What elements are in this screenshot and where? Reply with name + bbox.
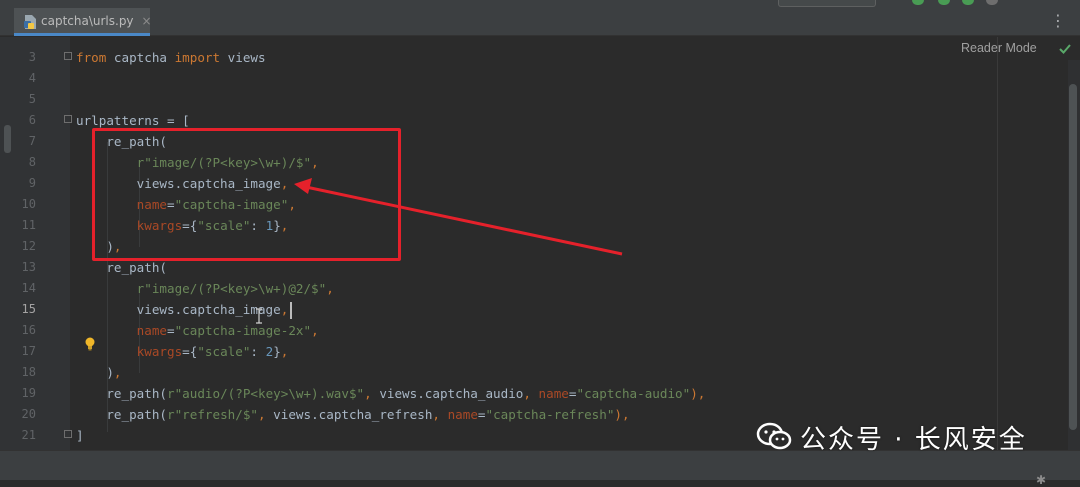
code-token: re_path( — [76, 407, 167, 422]
text-caret — [290, 302, 292, 319]
code-token: , — [258, 407, 274, 422]
check-icon[interactable] — [1058, 41, 1072, 55]
right-margin-guide — [997, 37, 998, 450]
code-token: name — [136, 323, 168, 338]
line-number-gutter: 3 4 5 6 7 8 9 10 11 12 13 14 15 16 17 18 19 20 21 — [0, 37, 95, 450]
code-token: import — [174, 50, 221, 65]
line-number[interactable]: 14 — [0, 278, 36, 299]
reader-mode-toggle[interactable]: Reader Mode — [961, 41, 1037, 55]
code-token: r"refresh/$" — [167, 407, 258, 422]
code-token: r"audio/(?P<key>\w+).wav$" — [167, 386, 365, 401]
code-token: ] — [76, 428, 84, 443]
code-token: views.captcha_refresh — [273, 407, 433, 422]
code-token: , — [364, 386, 380, 401]
line-number[interactable]: 17 — [0, 341, 36, 362]
line-number[interactable]: 7 — [0, 131, 36, 152]
code-token: "captcha-image-2x" — [174, 323, 312, 338]
profile-icon[interactable] — [986, 0, 998, 5]
line-number[interactable]: 18 — [0, 362, 36, 383]
tabs-menu-icon[interactable]: ⋮ — [1050, 13, 1066, 29]
line-number[interactable]: 13 — [0, 257, 36, 278]
code-token: kwargs — [136, 344, 183, 359]
code-line[interactable]: ] — [76, 425, 84, 446]
code-token: name — [447, 407, 478, 422]
code-token: re_path( — [76, 260, 167, 275]
code-line[interactable]: kwargs={"scale": 2}, — [76, 341, 289, 362]
title-bar — [0, 0, 1080, 8]
code-token: name — [538, 386, 569, 401]
code-token: , — [280, 344, 289, 359]
code-token: "captcha-refresh" — [485, 407, 615, 422]
fold-icon[interactable] — [64, 115, 72, 123]
code-token: } — [273, 344, 281, 359]
code-token: , — [432, 407, 448, 422]
line-number[interactable]: 19 — [0, 383, 36, 404]
code-token: urlpatterns = [ — [76, 113, 190, 128]
line-number[interactable]: 11 — [0, 215, 36, 236]
line-number[interactable]: 4 — [0, 68, 36, 89]
code-token: , — [311, 323, 319, 338]
wechat-logo-icon — [756, 422, 792, 452]
fold-icon[interactable] — [64, 52, 72, 60]
code-token: : — [250, 344, 266, 359]
code-token: , — [113, 365, 122, 380]
editor-tab-bar: captcha\urls.py × ⋮ — [0, 8, 1080, 36]
code-token: = — [167, 323, 175, 338]
code-token: , — [280, 302, 289, 317]
gear-icon[interactable]: ✱ — [1036, 473, 1046, 487]
line-number[interactable]: 12 — [0, 236, 36, 257]
watermark-text: 公众号 · 长风安全 — [800, 424, 1027, 455]
line-number[interactable]: 21 — [0, 425, 36, 446]
code-token: views — [220, 50, 266, 65]
code-line[interactable]: ), — [76, 362, 122, 383]
line-number[interactable]: 16 — [0, 320, 36, 341]
debug-icon[interactable] — [938, 0, 950, 5]
code-token: re_path( — [76, 386, 167, 401]
fold-icon[interactable] — [64, 430, 72, 438]
code-line[interactable]: re_path(r"audio/(?P<key>\w+).wav$", view… — [76, 383, 705, 404]
line-number[interactable]: 9 — [0, 173, 36, 194]
code-token: , — [326, 281, 334, 296]
code-line[interactable]: from captcha import views — [76, 47, 266, 68]
run-configuration-dropdown[interactable] — [778, 0, 876, 7]
code-line[interactable]: r"image/(?P<key>\w+)@2/$", — [76, 278, 334, 299]
line-number[interactable]: 20 — [0, 404, 36, 425]
code-token: views.captcha_audio — [379, 386, 524, 401]
text-cursor-icon — [255, 308, 263, 324]
close-icon[interactable]: × — [142, 14, 152, 28]
code-token: , — [523, 386, 539, 401]
python-file-icon — [24, 14, 36, 29]
tab-label: captcha\urls.py — [41, 13, 134, 28]
line-number[interactable]: 15 — [0, 299, 36, 320]
watermark: 公众号 · 长风安全 — [756, 420, 1027, 455]
code-token: "captcha-audio" — [576, 386, 691, 401]
code-token: ), — [614, 407, 630, 422]
line-number[interactable]: 10 — [0, 194, 36, 215]
line-number[interactable]: 5 — [0, 89, 36, 110]
code-token: from — [76, 50, 107, 65]
annotation-highlight-box — [92, 128, 401, 261]
line-number[interactable]: 8 — [0, 152, 36, 173]
line-number[interactable]: 6 — [0, 110, 36, 131]
code-token: r"image/(?P<key>\w+)@2/$" — [136, 281, 327, 296]
coverage-icon[interactable] — [962, 0, 974, 5]
line-number[interactable]: 3 — [0, 47, 36, 68]
code-token: = — [477, 407, 486, 422]
code-token: views.captcha_image — [76, 302, 281, 317]
code-line[interactable]: name="captcha-image-2x", — [76, 320, 319, 341]
code-token: ={ — [182, 344, 198, 359]
run-icon[interactable] — [912, 0, 924, 5]
code-token: ) — [76, 365, 114, 380]
code-token: "scale" — [197, 344, 251, 359]
code-token: ), — [690, 386, 706, 401]
code-line[interactable]: re_path(r"refresh/$", views.captcha_refr… — [76, 404, 630, 425]
scrollbar-thumb[interactable] — [1069, 84, 1077, 430]
code-token: captcha — [106, 50, 175, 65]
editor-tab-urls-py[interactable]: captcha\urls.py × — [14, 8, 152, 36]
